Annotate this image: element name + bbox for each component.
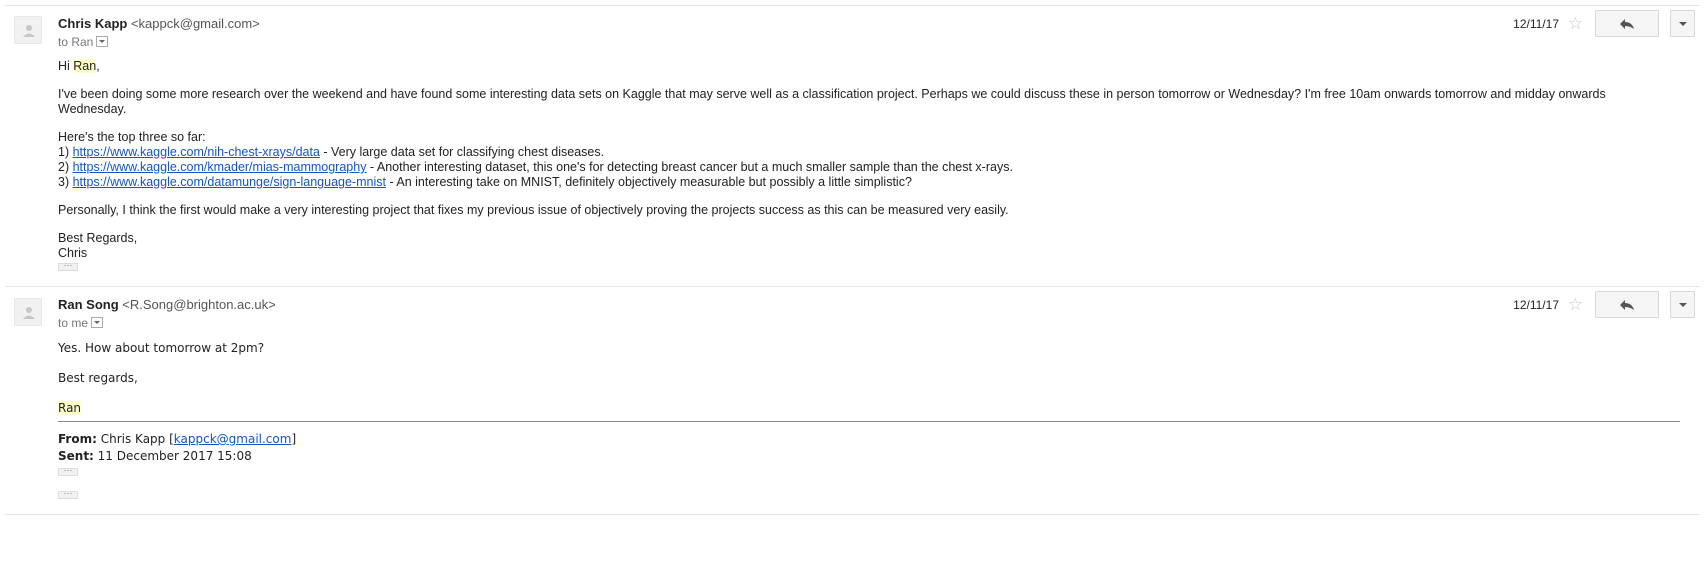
body-paragraph: Personally, I think the first would make… [58, 203, 1009, 217]
message-body: Yes. How about tomorrow at 2pm? Best reg… [58, 341, 1645, 416]
quoted-header: From: Chris Kapp [kappck@gmail.com] Sent… [58, 432, 1645, 464]
avatar-icon[interactable] [14, 16, 42, 44]
from-label: From: [58, 432, 97, 446]
recipient-label: to me [58, 316, 89, 330]
sender-email: <kappck@gmail.com> [130, 16, 260, 31]
greeting: Hi Ran, [58, 59, 100, 73]
from-line: From: Chris Kapp [kappck@gmail.com] [58, 432, 297, 446]
sender-email: <R.Song@brighton.ac.uk> [122, 297, 276, 312]
from-email-link[interactable]: kappck@gmail.com [174, 432, 292, 446]
more-actions-button[interactable] [1670, 10, 1695, 37]
message-date[interactable]: 12/11/17 [1513, 17, 1559, 31]
recipient-line: to Ran [58, 35, 109, 49]
message-divider [5, 286, 1700, 287]
reply-arrow-icon [1620, 18, 1634, 29]
message-divider [5, 514, 1700, 515]
sent-label: Sent: [58, 449, 94, 463]
body-line: Yes. How about tomorrow at 2pm? [58, 341, 265, 355]
message-body: Hi Ran, I've been doing some more resear… [58, 59, 1645, 261]
sender-line[interactable]: Ran Song <R.Song@brighton.ac.uk> [58, 297, 276, 312]
reply-arrow-icon [1620, 299, 1634, 310]
dataset-link[interactable]: https://www.kaggle.com/kmader/mias-mammo… [73, 160, 367, 174]
quoted-header-rule [58, 421, 1680, 422]
recipient-label: to Ran [58, 35, 94, 49]
list-intro: Here's the top three so far: [58, 130, 206, 144]
body-paragraph: I've been doing some more research over … [58, 87, 1606, 116]
avatar-icon[interactable] [14, 298, 42, 326]
reply-button[interactable] [1595, 291, 1659, 318]
dataset-link[interactable]: https://www.kaggle.com/nih-chest-xrays/d… [73, 145, 320, 159]
signoff: Best regards, [58, 371, 138, 385]
star-icon[interactable]: ☆ [1568, 296, 1583, 313]
recipient-details-dropdown[interactable] [91, 317, 104, 329]
list-item: 3) https://www.kaggle.com/datamunge/sign… [58, 175, 912, 189]
chevron-down-icon [1678, 21, 1687, 26]
greeting-name: Ran [73, 59, 97, 73]
signature: Chris [58, 246, 88, 260]
recipient-line: to me [58, 316, 104, 330]
message-date[interactable]: 12/11/17 [1513, 298, 1559, 312]
recipient-details-dropdown[interactable] [96, 36, 109, 48]
show-quoted-text-button[interactable]: ··· [58, 466, 78, 476]
reply-button[interactable] [1595, 10, 1659, 37]
chevron-down-icon [1678, 302, 1687, 307]
sender-name[interactable]: Ran Song [58, 297, 119, 312]
signature: Ran [58, 401, 82, 415]
list-item: 1) https://www.kaggle.com/nih-chest-xray… [58, 145, 605, 159]
dataset-link[interactable]: https://www.kaggle.com/datamunge/sign-la… [73, 175, 386, 189]
message-divider [5, 5, 1700, 6]
sent-line: Sent: 11 December 2017 15:08 [58, 449, 252, 463]
star-icon[interactable]: ☆ [1568, 15, 1583, 32]
more-actions-button[interactable] [1670, 291, 1695, 318]
sender-name[interactable]: Chris Kapp [58, 16, 127, 31]
signoff: Best Regards, [58, 231, 138, 245]
list-item: 2) https://www.kaggle.com/kmader/mias-ma… [58, 160, 1013, 174]
sender-line[interactable]: Chris Kapp <kappck@gmail.com> [58, 16, 260, 31]
show-trimmed-content-button[interactable]: ··· [58, 489, 78, 499]
show-trimmed-content-button[interactable]: ··· [58, 261, 78, 271]
